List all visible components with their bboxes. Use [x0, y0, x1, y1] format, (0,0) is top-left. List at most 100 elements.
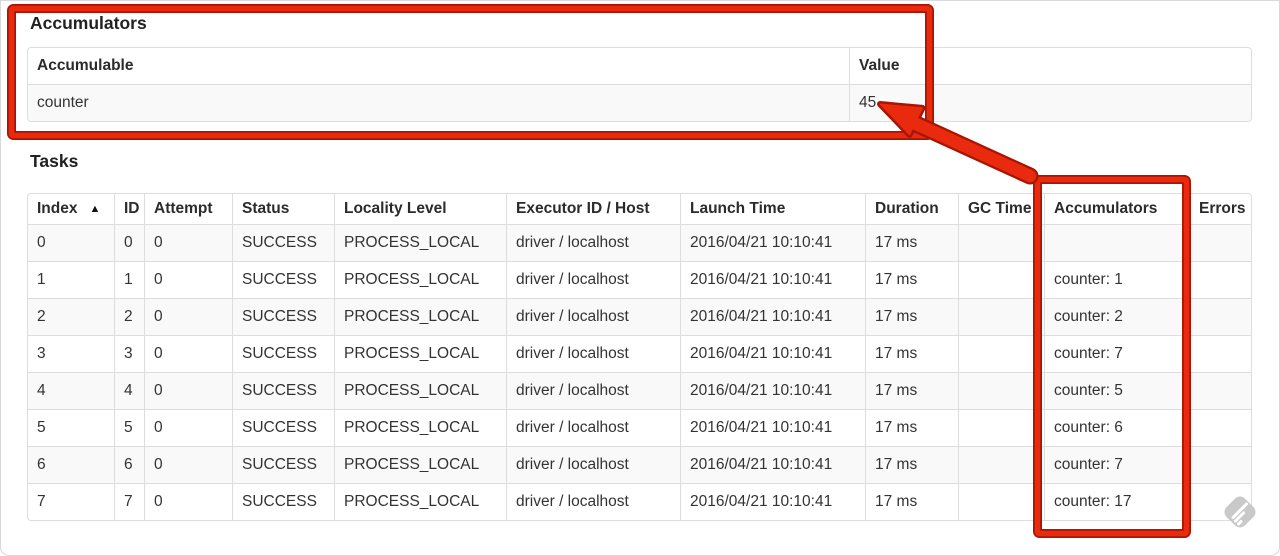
table-row: 5 5 0 SUCCESS PROCESS_LOCAL driver / localhos…	[28, 409, 1251, 446]
column-header-locality-level[interactable]: Locality Level	[334, 194, 506, 225]
column-header-label: Attempt	[154, 200, 213, 217]
cell-duration: 17 ms	[865, 261, 958, 298]
column-header-index[interactable]: Index ▲	[28, 194, 114, 225]
table-row: 4 4 0 SUCCESS PROCESS_LOCAL driver / localhos…	[28, 372, 1251, 409]
column-header-attempt[interactable]: Attempt	[144, 194, 232, 225]
cell-executor-id-host: driver / localhost	[506, 409, 680, 446]
cell-errors	[1189, 225, 1251, 261]
cell-locality-level: PROCESS_LOCAL	[334, 446, 506, 483]
cell-attempt: 0	[144, 261, 232, 298]
accumulators-section-title: Accumulators	[30, 13, 147, 33]
cell-gc-time	[958, 483, 1044, 520]
cell-status: SUCCESS	[232, 409, 334, 446]
cell-id: 6	[114, 446, 144, 483]
table-row: 7 7 0 SUCCESS PROCESS_LOCAL driver / localhos…	[28, 483, 1251, 520]
cell-accumulators: counter: 2	[1044, 298, 1189, 335]
table-row: 6 6 0 SUCCESS PROCESS_LOCAL driver / localhos…	[28, 446, 1251, 483]
column-header-label: Duration	[875, 200, 939, 217]
column-header-duration[interactable]: Duration	[865, 194, 958, 225]
column-header-label: Status	[242, 200, 290, 217]
cell-executor-id-host: driver / localhost	[506, 298, 680, 335]
cell-duration: 17 ms	[865, 225, 958, 261]
cell-attempt: 0	[144, 335, 232, 372]
cell-status: SUCCESS	[232, 446, 334, 483]
cell-launch-time: 2016/04/21 10:10:41	[680, 409, 865, 446]
cell-index: 1	[28, 261, 114, 298]
cell-errors	[1189, 446, 1251, 483]
cell-launch-time: 2016/04/21 10:10:41	[680, 298, 865, 335]
column-header-label: GC Time	[968, 200, 1032, 217]
column-header-executor-id-host[interactable]: Executor ID / Host	[506, 194, 680, 225]
column-header-id[interactable]: ID	[114, 194, 144, 225]
cell-attempt: 0	[144, 483, 232, 520]
header-row: Index ▲ ID Attempt Status Locality Level Execu…	[28, 194, 1251, 225]
tasks-table-body: 0 0 0 SUCCESS PROCESS_LOCAL driver / localhos…	[28, 225, 1251, 520]
sort-ascending-icon: ▲	[89, 203, 101, 215]
cell-duration: 17 ms	[865, 298, 958, 335]
column-header-value[interactable]: Value	[849, 48, 1251, 85]
column-header-status[interactable]: Status	[232, 194, 334, 225]
cell-accumulators: counter: 5	[1044, 372, 1189, 409]
cell-duration: 17 ms	[865, 335, 958, 372]
cell-status: SUCCESS	[232, 335, 334, 372]
cell-locality-level: PROCESS_LOCAL	[334, 483, 506, 520]
cell-executor-id-host: driver / localhost	[506, 483, 680, 520]
cell-executor-id-host: driver / localhost	[506, 446, 680, 483]
column-header-label: Locality Level	[344, 200, 447, 217]
cell-errors	[1189, 372, 1251, 409]
cell-launch-time: 2016/04/21 10:10:41	[680, 483, 865, 520]
table-row: 2 2 0 SUCCESS PROCESS_LOCAL driver / localhos…	[28, 298, 1251, 335]
column-header-label: Value	[859, 57, 900, 74]
cell-attempt: 0	[144, 409, 232, 446]
cell-gc-time	[958, 446, 1044, 483]
column-header-errors[interactable]: Errors	[1189, 194, 1251, 225]
column-header-label: Accumulators	[1054, 200, 1158, 217]
cell-index: 2	[28, 298, 114, 335]
cell-index: 5	[28, 409, 114, 446]
cell-launch-time: 2016/04/21 10:10:41	[680, 335, 865, 372]
column-header-launch-time[interactable]: Launch Time	[680, 194, 865, 225]
column-header-label: ID	[124, 200, 140, 217]
cell-status: SUCCESS	[232, 225, 334, 261]
cell-accumulators: counter: 7	[1044, 335, 1189, 372]
cell-locality-level: PROCESS_LOCAL	[334, 225, 506, 261]
cell-index: 0	[37, 234, 46, 251]
cell-gc-time	[958, 409, 1044, 446]
cell-locality-level: PROCESS_LOCAL	[334, 261, 506, 298]
column-header-label: Launch Time	[690, 200, 786, 217]
cell-accumulators: counter: 1	[1044, 261, 1189, 298]
cell-id: 0	[114, 225, 144, 261]
cell-accumulable: counter	[37, 94, 89, 111]
cell-accumulators: counter: 6	[1044, 409, 1189, 446]
cell-status: SUCCESS	[232, 483, 334, 520]
table-row: counter 45	[28, 85, 1251, 121]
cell-id: 2	[114, 298, 144, 335]
cell-executor-id-host: driver / localhost	[506, 261, 680, 298]
cell-id: 1	[114, 261, 144, 298]
cell-status: SUCCESS	[232, 372, 334, 409]
cell-executor-id-host: driver / localhost	[506, 372, 680, 409]
cell-errors	[1189, 483, 1251, 520]
cell-gc-time	[958, 261, 1044, 298]
column-header-label: Index	[37, 200, 78, 217]
column-header-accumulators[interactable]: Accumulators	[1044, 194, 1189, 225]
accumulators-table-header: Accumulable Value	[28, 48, 1251, 85]
cell-launch-time: 2016/04/21 10:10:41	[680, 372, 865, 409]
cell-accumulators: counter: 17	[1044, 483, 1189, 520]
column-header-gc-time[interactable]: GC Time	[958, 194, 1044, 225]
cell-index: 7	[28, 483, 114, 520]
column-header-accumulable[interactable]: Accumulable	[28, 48, 849, 85]
cell-id: 7	[114, 483, 144, 520]
spark-ui-stage-page: Accumulators Accumulable Value counter 45 …	[0, 0, 1280, 556]
cell-value: 45	[849, 85, 1251, 121]
cell-index: 3	[28, 335, 114, 372]
column-header-label: Executor ID / Host	[516, 200, 650, 217]
cell-id: 3	[114, 335, 144, 372]
cell-gc-time	[958, 298, 1044, 335]
tasks-section-title: Tasks	[30, 151, 79, 171]
cell-gc-time	[958, 335, 1044, 372]
column-header-label: Errors	[1199, 200, 1246, 217]
cell-status: SUCCESS	[232, 261, 334, 298]
cell-accumulators	[1044, 225, 1189, 261]
cell-locality-level: PROCESS_LOCAL	[334, 298, 506, 335]
